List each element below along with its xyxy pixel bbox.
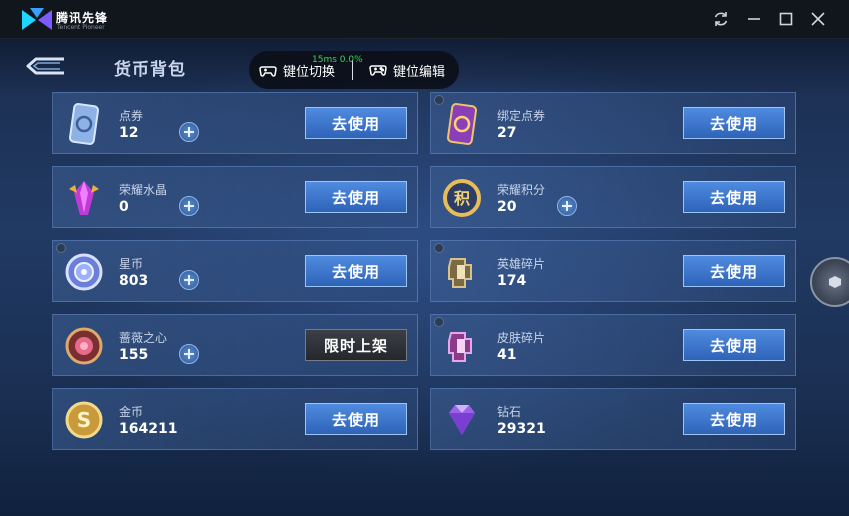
close-button[interactable] bbox=[808, 9, 828, 29]
currency-card: 星币 803 去使用 bbox=[52, 240, 418, 302]
currency-card: S 金币 164211 去使用 bbox=[52, 388, 418, 450]
currency-name: 点券 bbox=[119, 109, 144, 123]
svg-text:S: S bbox=[77, 408, 91, 432]
add-currency-button[interactable] bbox=[179, 344, 199, 364]
title-bar: 腾讯先锋 Tencent Pioneer bbox=[0, 0, 849, 39]
use-button[interactable]: 去使用 bbox=[683, 107, 785, 139]
use-button[interactable]: 去使用 bbox=[305, 255, 407, 287]
minimize-button[interactable] bbox=[744, 9, 764, 29]
currency-card: 皮肤碎片 41 去使用 bbox=[430, 314, 796, 376]
add-currency-button[interactable] bbox=[179, 270, 199, 290]
currency-name: 蔷薇之心 bbox=[119, 331, 168, 345]
add-currency-button[interactable] bbox=[179, 196, 199, 216]
currency-amount: 155 bbox=[119, 347, 149, 363]
back-arrow-icon[interactable] bbox=[24, 55, 68, 77]
currency-name: 荣耀水晶 bbox=[119, 183, 168, 197]
currency-name: 荣耀积分 bbox=[497, 183, 546, 197]
glory-crystal-icon bbox=[69, 181, 99, 215]
currency-card: 绑定点券 27 去使用 bbox=[430, 92, 796, 154]
currency-amount: 27 bbox=[497, 125, 517, 141]
currency-card: 点券 12 去使用 bbox=[52, 92, 418, 154]
currency-card: 蔷薇之心 155 限时上架 bbox=[52, 314, 418, 376]
limited-release-button[interactable]: 限时上架 bbox=[305, 329, 407, 361]
use-button[interactable]: 去使用 bbox=[305, 107, 407, 139]
key-edit-button[interactable]: 键位编辑 bbox=[369, 51, 445, 89]
currency-card: 钻石 29321 去使用 bbox=[430, 388, 796, 450]
refresh-icon bbox=[714, 12, 728, 26]
refresh-button[interactable] bbox=[711, 9, 731, 29]
currency-name: 绑定点券 bbox=[497, 109, 546, 123]
currency-card: 荣耀水晶 0 去使用 bbox=[52, 166, 418, 228]
currency-amount: 29321 bbox=[497, 421, 546, 437]
diamond-icon bbox=[449, 405, 475, 435]
use-button[interactable]: 去使用 bbox=[683, 403, 785, 435]
currency-name: 皮肤碎片 bbox=[497, 331, 546, 345]
currency-amount: 12 bbox=[119, 125, 139, 141]
key-edit-label: 键位编辑 bbox=[393, 64, 446, 80]
coupon-icon bbox=[68, 103, 100, 145]
currency-amount: 0 bbox=[119, 199, 129, 215]
currency-amount: 41 bbox=[497, 347, 517, 363]
currency-card: 英雄碎片 174 去使用 bbox=[430, 240, 796, 302]
floating-assist-button[interactable] bbox=[810, 257, 849, 307]
add-currency-button[interactable] bbox=[557, 196, 577, 216]
tencent-pioneer-logo-icon bbox=[22, 8, 52, 30]
currency-amount: 803 bbox=[119, 273, 149, 289]
currency-name: 金币 bbox=[119, 405, 144, 419]
minimize-icon bbox=[748, 18, 760, 20]
gamepad-icon bbox=[369, 65, 387, 76]
currency-amount: 164211 bbox=[119, 421, 178, 437]
rose-heart-icon bbox=[65, 327, 103, 365]
use-button[interactable]: 去使用 bbox=[683, 329, 785, 361]
svg-text:积: 积 bbox=[454, 189, 470, 208]
hero-fragment-icon bbox=[448, 258, 472, 288]
page-title: 货币背包 bbox=[114, 60, 186, 80]
game-viewport: 货币背包 键位切换 键位编辑 15ms 0.0% 点券 12 去使用 绑定点券 27 去使… bbox=[0, 39, 849, 516]
gamepad-swap-icon bbox=[259, 66, 277, 77]
use-button[interactable]: 去使用 bbox=[305, 181, 407, 213]
currency-name: 钻石 bbox=[497, 405, 522, 419]
star-coin-icon bbox=[65, 253, 103, 291]
app-subtitle: Tencent Pioneer bbox=[57, 24, 105, 31]
hexagon-icon bbox=[829, 276, 841, 288]
glory-points-icon: 积 bbox=[443, 179, 481, 217]
skin-fragment-icon bbox=[448, 332, 472, 362]
fps-readout: 15ms 0.0% bbox=[312, 55, 363, 65]
use-button[interactable]: 去使用 bbox=[683, 255, 785, 287]
currency-amount: 20 bbox=[497, 199, 517, 215]
currency-amount: 174 bbox=[497, 273, 527, 289]
currency-card: 积 荣耀积分 20 去使用 bbox=[430, 166, 796, 228]
add-currency-button[interactable] bbox=[179, 122, 199, 142]
currency-name: 英雄碎片 bbox=[497, 257, 546, 271]
use-button[interactable]: 去使用 bbox=[683, 181, 785, 213]
maximize-icon bbox=[779, 12, 793, 26]
currency-name: 星币 bbox=[119, 257, 144, 271]
maximize-button[interactable] bbox=[776, 9, 796, 29]
bound-coupon-icon bbox=[446, 103, 478, 145]
use-button[interactable]: 去使用 bbox=[305, 403, 407, 435]
gold-coin-icon: S bbox=[65, 401, 103, 439]
close-icon bbox=[811, 12, 825, 26]
